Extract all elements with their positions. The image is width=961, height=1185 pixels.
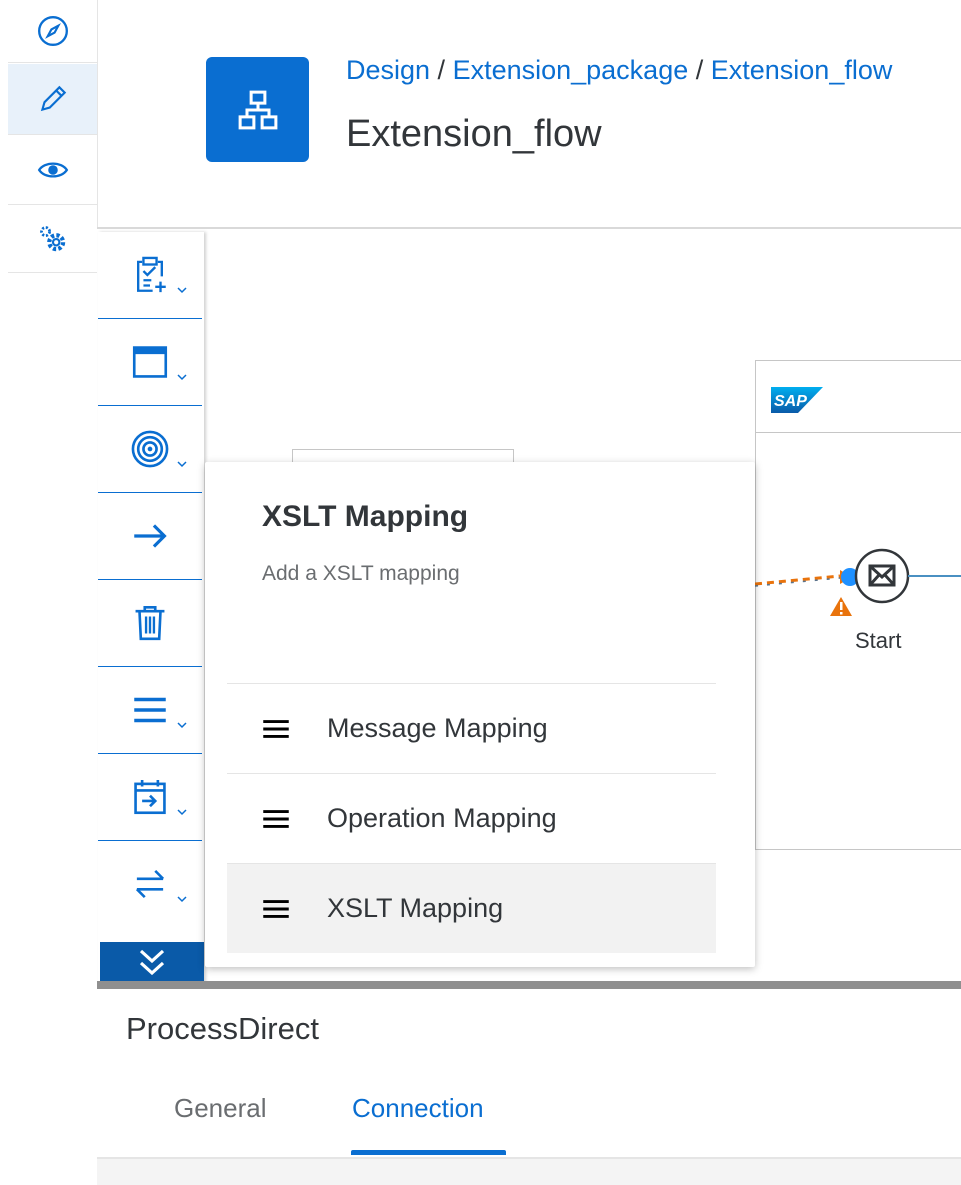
active-tab-indicator <box>351 1150 506 1155</box>
palette-item-delete[interactable] <box>98 580 202 667</box>
palette-item-transformation[interactable] <box>98 754 202 841</box>
palette-expand-button[interactable] <box>100 942 204 984</box>
menu-item-label: XSLT Mapping <box>327 893 504 923</box>
palette-item-participants[interactable] <box>98 232 202 319</box>
breadcrumb: Design / Extension_package / Extension_f… <box>346 55 961 86</box>
palette-item-routing[interactable] <box>98 841 202 927</box>
palette-item-process[interactable] <box>98 319 202 406</box>
breadcrumb-link-design[interactable]: Design <box>346 55 430 85</box>
chevron-down-icon <box>177 287 187 294</box>
window-icon <box>132 346 168 378</box>
menu-item-message-mapping[interactable]: Message Mapping <box>227 683 716 773</box>
breadcrumb-link-package[interactable]: Extension_package <box>453 55 689 85</box>
sap-logo-icon: SAP <box>771 387 823 413</box>
panel-resize-handle[interactable] <box>97 981 961 989</box>
nav-item-settings[interactable] <box>8 206 97 273</box>
warning-icon <box>830 597 852 616</box>
panel-content-area <box>97 1159 961 1185</box>
target-icon <box>131 430 169 468</box>
palette <box>98 232 204 984</box>
clipboard-add-icon <box>137 256 166 293</box>
start-event-label: Start <box>855 628 902 653</box>
tab-connection[interactable]: Connection <box>352 1093 484 1124</box>
palette-item-events[interactable] <box>98 406 202 493</box>
sap-logo-text: SAP <box>774 393 807 410</box>
chevron-down-icon <box>177 809 187 816</box>
breadcrumb-separator: / <box>430 55 453 85</box>
compass-icon <box>37 16 68 46</box>
breadcrumb-link-flow[interactable]: Extension_flow <box>711 55 893 85</box>
palette-item-connector[interactable] <box>98 493 202 580</box>
menu-lines-icon <box>263 719 289 738</box>
gears-icon <box>39 226 65 252</box>
breadcrumb-separator: / <box>688 55 711 85</box>
pencil-icon <box>40 85 66 112</box>
menu-lines-icon <box>263 899 289 918</box>
page-title: Extension_flow <box>346 113 602 155</box>
calendar-arrow-icon <box>134 779 166 815</box>
menu-lines-icon <box>134 697 166 723</box>
swap-arrows-icon <box>135 869 165 899</box>
chevron-down-icon <box>177 374 187 381</box>
chevron-down-icon <box>177 461 187 468</box>
tab-general[interactable]: General <box>174 1093 267 1124</box>
nav-rail <box>0 0 98 1185</box>
arrow-right-icon <box>134 524 167 548</box>
chevron-down-icon <box>177 722 187 729</box>
menu-item-label: Message Mapping <box>327 713 548 743</box>
menu-item-xslt-mapping[interactable]: XSLT Mapping <box>227 863 716 953</box>
double-chevron-down-icon <box>139 949 165 976</box>
popover-title: XSLT Mapping <box>262 500 469 533</box>
trash-icon <box>135 605 165 641</box>
nav-item-monitor[interactable] <box>8 136 97 205</box>
integration-flow-icon <box>206 57 309 162</box>
palette-item-mapping[interactable] <box>98 667 202 754</box>
nav-item-discover[interactable] <box>8 0 97 63</box>
properties-panel-title: ProcessDirect <box>126 1011 319 1046</box>
nav-item-design[interactable] <box>8 64 97 135</box>
menu-item-operation-mapping[interactable]: Operation Mapping <box>227 773 716 863</box>
eye-icon <box>37 162 68 178</box>
chevron-down-icon <box>177 896 187 903</box>
popover-description: Add a XSLT mapping <box>262 562 460 585</box>
menu-lines-icon <box>263 809 289 828</box>
menu-item-label: Operation Mapping <box>327 803 557 833</box>
